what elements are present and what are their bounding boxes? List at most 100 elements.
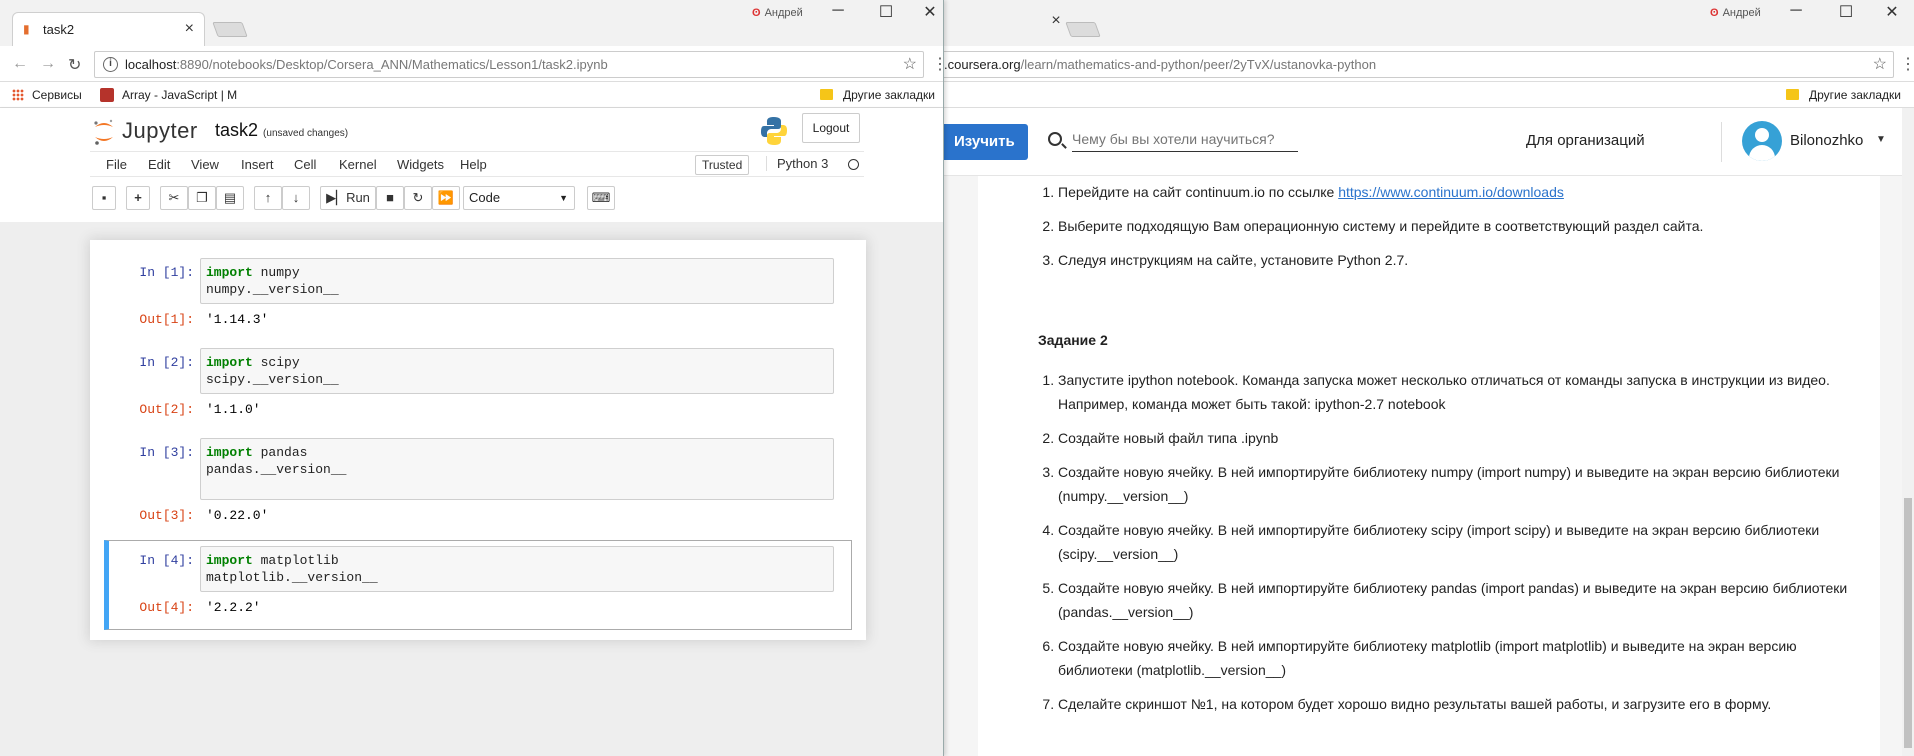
address-bar[interactable]: .coursera.org/learn/mathematics-and-pyth…	[944, 51, 1894, 78]
browser-menu-icon[interactable]: ⋮	[1900, 54, 1914, 74]
coursera-browser-window: × ʘ Андрей ─ ☐ ✕ .coursera.org/learn/math…	[944, 0, 1914, 756]
close-window-icon[interactable]: ✕	[912, 2, 943, 22]
jupyter-header: Jupyter task2 (unsaved changes) Logout F…	[0, 108, 943, 222]
notebook-name[interactable]: task2 (unsaved changes)	[215, 120, 348, 141]
scrollbar-thumb[interactable]	[1904, 498, 1912, 748]
browser-menu-icon[interactable]: ⋮	[932, 54, 943, 74]
title-bar: × ʘ Андрей ─ ☐ ✕	[944, 0, 1914, 46]
copy-icon[interactable]: ❐	[188, 186, 216, 210]
user-name[interactable]: Bilonozhko	[1790, 132, 1863, 149]
bookmark-services[interactable]: Сервисы	[12, 88, 82, 102]
code-input[interactable]: import scipy scipy.__version__	[200, 348, 834, 394]
browser-tab[interactable]: ▮ task2 ×	[12, 12, 205, 46]
for-enterprise-link[interactable]: Для организаций	[1526, 132, 1645, 149]
notebook-container: In [1]: import numpy numpy.__version__ O…	[0, 222, 943, 756]
list-item: Сделайте скриншот №1, на котором будет х…	[1058, 692, 1848, 716]
mdn-icon	[100, 88, 114, 102]
restart-icon[interactable]: ↻	[404, 186, 432, 210]
list-item: Создайте новую ячейку. В ней импортируйт…	[1058, 634, 1848, 682]
back-arrow-icon[interactable]: ←	[12, 55, 28, 73]
list-item: Выберите подходящую Вам операционную сис…	[1058, 214, 1848, 238]
bookmarks-bar: Сервисы Array - JavaScript | M Другие за…	[0, 82, 943, 108]
save-icon[interactable]: ▪	[92, 186, 116, 210]
maximize-icon[interactable]: ☐	[1828, 2, 1864, 22]
other-bookmarks[interactable]: Другие закладки	[820, 88, 935, 102]
title-bar: ▮ task2 × ʘ Андрей ─ ☐ ✕	[0, 0, 943, 46]
url-text: localhost:8890/notebooks/Desktop/Corsera…	[125, 57, 608, 72]
other-bookmarks[interactable]: Другие закладки	[1786, 88, 1901, 102]
kernel-idle-icon	[848, 159, 859, 170]
bookmark-mdn[interactable]: Array - JavaScript | M	[100, 88, 237, 102]
task-heading: Задание 2	[1038, 332, 1108, 348]
jupyter-wordmark: Jupyter	[122, 118, 198, 143]
address-bar[interactable]: i localhost:8890/notebooks/Desktop/Corse…	[94, 51, 924, 78]
list-item: Создайте новый файл типа .ipynb	[1058, 426, 1848, 450]
bookmarks-bar: Другие закладки	[944, 82, 1914, 108]
trusted-badge[interactable]: Trusted	[695, 155, 750, 175]
maximize-icon[interactable]: ☐	[868, 2, 904, 22]
output-prompt: Out[1]:	[139, 312, 194, 327]
search-input[interactable]	[1072, 126, 1298, 152]
notebook-page: In [1]: import numpy numpy.__version__ O…	[90, 240, 866, 640]
code-input[interactable]: import pandas pandas.__version__	[200, 438, 834, 500]
profile-icon: ʘ	[1710, 7, 1719, 19]
insert-cell-icon[interactable]: +	[126, 186, 150, 210]
jupyter-logo-icon[interactable]	[92, 118, 116, 146]
cell-output: '1.1.0'	[206, 402, 261, 417]
menu-view[interactable]: View	[191, 157, 219, 172]
code-input[interactable]: import matplotlib matplotlib.__version__	[200, 546, 834, 592]
close-tab-icon[interactable]: ×	[185, 20, 194, 38]
stop-icon[interactable]: ■	[376, 186, 404, 210]
downloads-link[interactable]: https://www.continuum.io/downloads	[1338, 184, 1564, 200]
explore-button[interactable]: Изучить ▼	[944, 124, 1028, 185]
folder-icon	[1786, 89, 1799, 100]
logout-button[interactable]: Logout	[802, 113, 860, 143]
scrollbar[interactable]	[1902, 108, 1914, 756]
menu-edit[interactable]: Edit	[148, 157, 170, 172]
code-input[interactable]: import numpy numpy.__version__	[200, 258, 834, 304]
forward-arrow-icon[interactable]: →	[40, 55, 56, 73]
list-item: Создайте новую ячейку. В ней импортируйт…	[1058, 518, 1848, 566]
cut-icon[interactable]: ✂	[160, 186, 188, 210]
reload-icon[interactable]: ↻	[68, 55, 81, 75]
move-up-icon[interactable]: ↑	[254, 186, 282, 210]
close-window-icon[interactable]: ✕	[1874, 2, 1910, 22]
output-prompt: Out[3]:	[139, 508, 194, 523]
tab-title: task2	[43, 22, 75, 37]
paste-icon[interactable]: ▤	[216, 186, 244, 210]
folder-icon	[820, 89, 833, 100]
info-icon[interactable]: i	[103, 57, 118, 72]
minimize-icon[interactable]: ─	[820, 2, 856, 20]
kernel-name[interactable]: Python 3	[766, 156, 828, 171]
divider	[1721, 122, 1722, 162]
menu-insert[interactable]: Insert	[241, 157, 274, 172]
new-tab-button[interactable]	[212, 22, 248, 37]
new-tab-button[interactable]	[1065, 22, 1101, 37]
run-button[interactable]: ▶▏Run	[320, 186, 376, 210]
list-item: Следуя инструкциям на сайте, установите …	[1058, 248, 1848, 272]
output-prompt: Out[2]:	[139, 402, 194, 417]
url-text: .coursera.org/learn/mathematics-and-pyth…	[944, 57, 1377, 72]
bookmark-star-icon[interactable]: ☆	[1873, 54, 1887, 74]
caret-down-icon[interactable]: ▼	[1876, 134, 1886, 145]
menu-file[interactable]: File	[106, 157, 127, 172]
keyboard-icon[interactable]: ⌨	[587, 186, 615, 210]
fast-forward-icon[interactable]: ⏩	[432, 186, 460, 210]
save-status: (unsaved changes)	[263, 128, 349, 139]
assignment-panel: Перейдите на сайт continuum.io по ссылке…	[978, 176, 1880, 756]
input-prompt: In [1]:	[139, 265, 194, 280]
profile-indicator[interactable]: ʘ Андрей	[752, 7, 803, 19]
avatar[interactable]	[1742, 121, 1782, 161]
task-steps-list: Запустите ipython notebook. Команда запу…	[1038, 368, 1848, 726]
bookmark-star-icon[interactable]: ☆	[903, 54, 917, 74]
menu-help[interactable]: Help	[460, 157, 487, 172]
minimize-icon[interactable]: ─	[1778, 2, 1814, 20]
profile-indicator[interactable]: ʘ Андрей	[1710, 7, 1761, 19]
cell-output: '2.2.2'	[206, 600, 261, 615]
cell-type-select[interactable]: Code ▼	[463, 186, 575, 210]
menu-cell[interactable]: Cell	[294, 157, 316, 172]
menu-widgets[interactable]: Widgets	[397, 157, 444, 172]
menu-kernel[interactable]: Kernel	[339, 157, 377, 172]
input-prompt: In [3]:	[139, 445, 194, 460]
move-down-icon[interactable]: ↓	[282, 186, 310, 210]
